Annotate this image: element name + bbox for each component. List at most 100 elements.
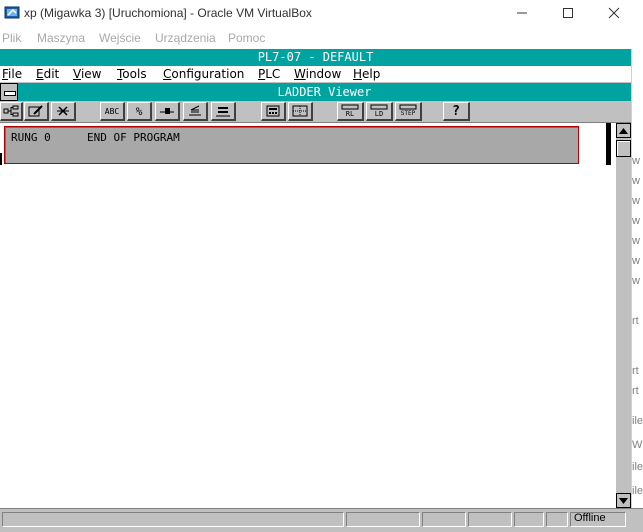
- ladder-viewer-title: LADDER Viewer: [18, 83, 631, 101]
- tree-icon: [3, 105, 19, 117]
- edge-text-4: w: [632, 215, 640, 227]
- edge-text-2: w: [632, 175, 640, 187]
- menu-view-accel: V: [73, 67, 81, 81]
- right-power-rail-mark: [606, 123, 611, 165]
- edit-rung-button[interactable]: [24, 102, 49, 121]
- edge-text-9: rt: [632, 365, 639, 377]
- menu-file[interactable]: File: [2, 67, 22, 81]
- help-button[interactable]: ?: [443, 102, 470, 121]
- compare-icon: [189, 105, 201, 116]
- menu-configuration-rest: onfiguration: [171, 67, 245, 81]
- rl-label: RL: [345, 110, 355, 118]
- status-cell-4: [468, 512, 512, 527]
- arrow-down-icon: [619, 497, 628, 504]
- ladder-editor-area[interactable]: RUNG 0 END OF PROGRAM: [0, 123, 612, 508]
- grid-view-button[interactable]: [288, 102, 313, 121]
- host-menu-pomoc[interactable]: Pomoc: [228, 31, 265, 45]
- cut-button[interactable]: [51, 102, 76, 121]
- connection-status: Offline: [574, 512, 606, 524]
- host-menu-maszyna[interactable]: Maszyna: [37, 31, 85, 45]
- left-power-rail-mark: [0, 153, 2, 165]
- host-title-bar: xp (Migawka 3) [Uruchomiona] - Oracle VM…: [0, 0, 643, 28]
- viewer-system-menu-button[interactable]: [0, 83, 18, 101]
- step-button[interactable]: STEP: [395, 102, 422, 121]
- menu-edit[interactable]: Edit: [36, 67, 59, 81]
- app-title-bar: PL7-07 - DEFAULT: [0, 49, 631, 66]
- status-cell-3: [422, 512, 466, 527]
- minimize-button[interactable]: [499, 0, 545, 26]
- ld-label: LD: [374, 110, 384, 118]
- edge-text-12: W: [632, 439, 643, 451]
- edge-text-13: ile: [632, 461, 643, 473]
- menu-view-rest: iew: [80, 67, 102, 81]
- ladder-viewer-title-bar: LADDER Viewer: [0, 83, 643, 101]
- background-window-edge: w w w w w w w rt rt rt ile W ile ile: [631, 49, 643, 519]
- menu-help[interactable]: Help: [353, 67, 380, 81]
- ld-button[interactable]: LD: [366, 102, 393, 121]
- status-cell-6: [546, 512, 568, 527]
- menu-window-accel: W: [294, 67, 306, 81]
- grid-icon: [292, 105, 308, 117]
- menu-tools-rest: ools: [122, 67, 147, 81]
- scissors-icon: [57, 106, 69, 116]
- host-menu-plik[interactable]: Plik: [2, 31, 21, 45]
- menu-window[interactable]: Window: [294, 67, 341, 81]
- host-menu-bar: Plik Maszyna Wejście Urządzenia Pomoc: [0, 28, 643, 48]
- edge-text-14: ile: [632, 485, 643, 497]
- step-label: STEP: [400, 110, 416, 117]
- menu-file-rest: ile: [8, 67, 23, 81]
- calculator-icon: [266, 105, 280, 117]
- contact-button[interactable]: [155, 102, 180, 121]
- menu-tools[interactable]: Tools: [117, 67, 147, 81]
- ladder-toolbar: ABC % RL LD STEP ?: [0, 101, 631, 123]
- menu-edit-rest: dit: [43, 67, 60, 81]
- status-cell-1: [2, 512, 344, 527]
- menu-plc[interactable]: PLC: [258, 67, 280, 81]
- pencil-icon: [28, 105, 43, 117]
- percent-button[interactable]: %: [127, 102, 152, 121]
- host-menu-urzadzenia[interactable]: Urządzenia: [155, 31, 216, 45]
- edge-text-11: ile: [632, 415, 643, 427]
- host-menu-wejscie[interactable]: Wejście: [99, 31, 141, 45]
- vertical-scrollbar[interactable]: [616, 123, 631, 508]
- menu-view[interactable]: View: [73, 67, 101, 81]
- operate-block-button[interactable]: [211, 102, 236, 121]
- edge-text-3: w: [632, 195, 640, 207]
- menu-configuration[interactable]: Configuration: [163, 67, 244, 81]
- edge-text-7: w: [632, 275, 640, 287]
- edge-text-8: rt: [632, 315, 639, 327]
- calc-view-button[interactable]: [261, 102, 286, 121]
- menu-help-rest: elp: [362, 67, 381, 81]
- status-cell-2: [346, 512, 420, 527]
- contact-icon: [160, 108, 174, 114]
- ladder-structure-button[interactable]: [0, 102, 23, 121]
- maximize-button[interactable]: [545, 0, 591, 26]
- virtualbox-icon: [4, 5, 22, 21]
- menu-plc-rest: LC: [265, 67, 281, 81]
- edge-text-1: w: [632, 155, 640, 167]
- app-menu-bar: File Edit View Tools Configuration PLC W…: [0, 66, 631, 83]
- status-cell-5: [514, 512, 544, 527]
- compare-block-button[interactable]: [183, 102, 208, 121]
- close-icon: [608, 7, 620, 19]
- scroll-thumb[interactable]: [616, 140, 631, 157]
- edge-text-10: rt: [632, 385, 639, 397]
- maximize-icon: [563, 8, 573, 18]
- scroll-up-button[interactable]: [616, 123, 631, 138]
- menu-edit-accel: E: [36, 67, 44, 81]
- menu-help-accel: H: [353, 67, 363, 81]
- rung-0[interactable]: RUNG 0 END OF PROGRAM: [4, 126, 579, 164]
- equals-icon: [216, 107, 230, 117]
- scroll-down-button[interactable]: [616, 493, 631, 508]
- menu-window-rest: indow: [305, 67, 342, 81]
- rl-button[interactable]: RL: [337, 102, 364, 121]
- arrow-up-icon: [619, 127, 628, 134]
- rung-label: RUNG 0: [11, 131, 51, 144]
- abc-button[interactable]: ABC: [100, 102, 125, 121]
- host-window-title: xp (Migawka 3) [Uruchomiona] - Oracle VM…: [24, 6, 312, 20]
- close-button[interactable]: [591, 0, 637, 26]
- minimize-icon: [517, 12, 527, 14]
- edge-text-6: w: [632, 255, 640, 267]
- status-bar: Offline: [0, 508, 643, 532]
- rung-comment: END OF PROGRAM: [87, 131, 180, 144]
